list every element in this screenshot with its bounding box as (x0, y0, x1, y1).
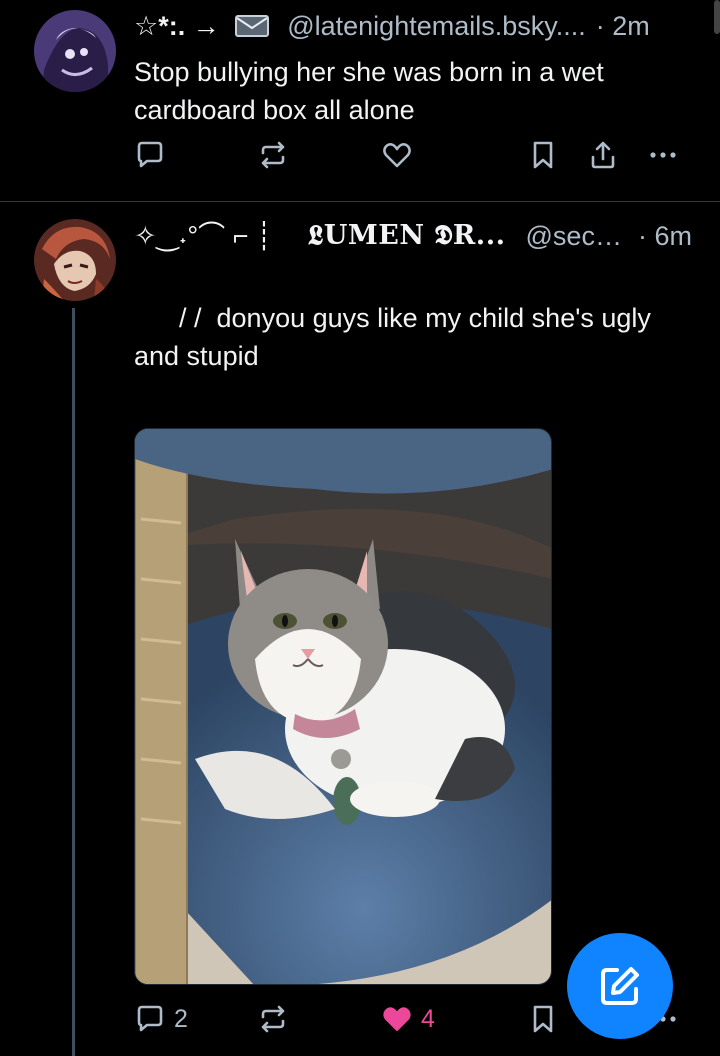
post-header: ✧‿˖°⌒ ⌐ ┊ 𝕷UMEN 𝕯R... @securi... · 6m (134, 220, 692, 252)
more-icon (650, 152, 676, 158)
compose-button[interactable] (567, 933, 673, 1039)
feed-post[interactable]: ✧‿˖°⌒ ⌐ ┊ 𝕷UMEN 𝕯R... @securi... · 6m / … (0, 203, 720, 1056)
bookmark-button[interactable] (527, 139, 559, 171)
handle[interactable]: @securi... (526, 220, 628, 252)
bookmark-icon (533, 141, 553, 169)
bookmark-button[interactable] (527, 1003, 559, 1035)
reply-button[interactable]: 2 (134, 1003, 188, 1035)
heart-icon (383, 143, 411, 168)
more-options-button[interactable] (647, 139, 679, 171)
timestamp[interactable]: · 6m (638, 220, 692, 252)
post-text: Stop bullying her she was born in a wet … (134, 57, 604, 125)
bookmark-icon (533, 1005, 553, 1033)
display-name[interactable]: 𝕷UMEN 𝕯R... (308, 220, 505, 252)
scrollbar[interactable] (714, 0, 720, 34)
like-button[interactable]: 4 (381, 1003, 435, 1035)
repost-icon (261, 141, 285, 169)
avatar[interactable] (34, 10, 116, 92)
feed: ☆*:. → @latenightemails.bsky.... · 2m St… (0, 0, 720, 1056)
name-decoration: ✧‿˖°⌒ ⌐ ┊ (134, 221, 273, 251)
thread-line (72, 308, 75, 1056)
cat-photo[interactable] (134, 428, 552, 985)
envelope-icon (235, 12, 270, 37)
repost-button[interactable] (257, 139, 289, 171)
post-header: ☆*:. → @latenightemails.bsky.... · 2m (134, 10, 692, 42)
reply-count: 2 (174, 1004, 188, 1033)
share-icon (591, 141, 615, 169)
compose-icon (601, 967, 639, 1005)
feed-post[interactable]: ☆*:. → @latenightemails.bsky.... · 2m St… (0, 0, 720, 202)
like-button[interactable] (381, 139, 413, 171)
avatar[interactable] (34, 219, 116, 301)
post-text: / / donyou guys like my child she's ugly… (134, 303, 659, 371)
reply-icon (137, 1005, 163, 1032)
post-actions (134, 139, 694, 179)
share-button[interactable] (587, 139, 619, 171)
display-name[interactable]: ☆*:. → (134, 10, 277, 42)
like-count: 4 (421, 1004, 435, 1033)
display-name-text: ☆*:. → (134, 11, 228, 41)
repost-button[interactable] (257, 1003, 289, 1035)
repost-icon (261, 1005, 285, 1033)
reply-icon (137, 141, 163, 168)
reply-button[interactable] (134, 139, 166, 171)
handle[interactable]: @latenightemails.bsky.... (287, 10, 586, 42)
timestamp[interactable]: · 2m (596, 10, 650, 42)
heart-filled-icon (383, 1007, 411, 1031)
